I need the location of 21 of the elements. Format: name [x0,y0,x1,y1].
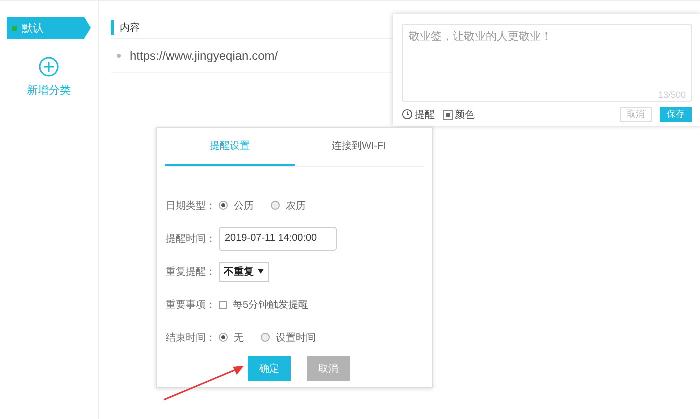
radio-option[interactable]: 农历 [271,198,306,212]
clock-icon [402,109,413,120]
time-input[interactable]: 2019-07-11 14:00:00 [219,226,337,250]
radio-option[interactable]: 无 [219,330,244,344]
section-title: 内容 [120,22,140,34]
field-label: 日期类型： [166,200,216,212]
caret-icon [258,269,264,274]
add-icon[interactable] [39,57,59,77]
field-label: 重复提醒： [166,266,216,278]
repeat-select[interactable]: 不重复 [219,262,269,282]
dialog-tab[interactable]: 连接到WI-FI [294,128,424,166]
field-label: 重要事项： [166,298,216,312]
field-label: 结束时间： [166,332,216,344]
radio-option[interactable]: 公历 [219,198,254,212]
square-icon [443,110,453,120]
radio-option[interactable]: 设置时间 [261,330,316,344]
reminder-tool[interactable]: 提醒 [402,108,435,122]
color-tool[interactable]: 颜色 [443,108,475,122]
field-label: 提醒时间： [166,232,216,246]
checkbox-option[interactable]: 每5分钟触发提醒 [219,298,309,312]
note-text[interactable]: https://www.jingyeqian.com/ [130,48,278,62]
